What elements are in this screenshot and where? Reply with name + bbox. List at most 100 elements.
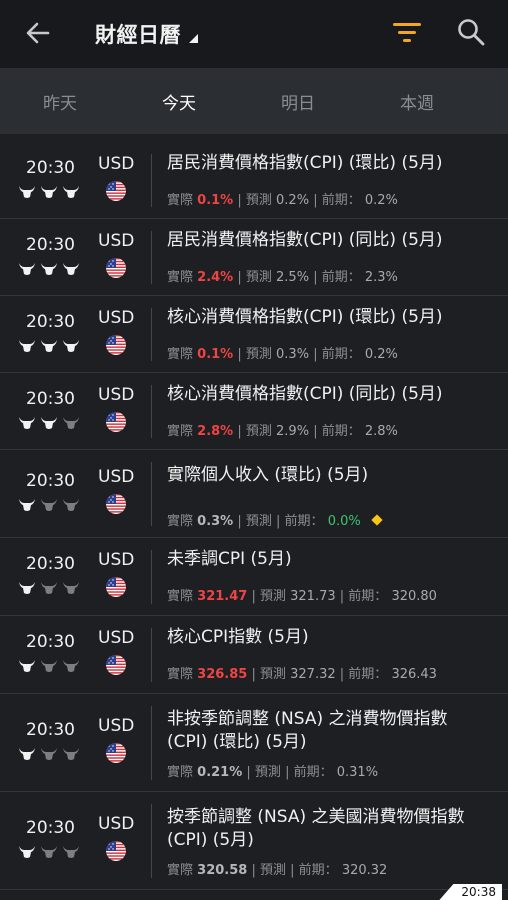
bull-icon (19, 339, 35, 352)
bull-icon (19, 660, 35, 672)
bull-icon (41, 416, 57, 429)
bull-icon (19, 499, 35, 511)
event-title: 實際個人收入 (環比) (5月) (167, 465, 369, 485)
arrow-left-icon[interactable] (24, 19, 52, 47)
importance-rating (18, 416, 80, 430)
event-time: 20:30 (26, 311, 75, 332)
actual-value: 2.4% (197, 270, 234, 285)
event-stats: 實際 2.8% | 預測 2.9% | 前期： 2.8% (167, 424, 398, 439)
event-row[interactable]: 20:30 USD 按季節調整 (NSA) 之美國消費物價指數 (CPI) (5月… (0, 792, 508, 890)
actual-label: 實際 (167, 863, 194, 878)
forecast-label: 預測 (245, 514, 272, 529)
us-flag-icon (106, 334, 126, 355)
row-divider (151, 628, 152, 682)
event-time: 20:30 (26, 554, 75, 574)
search-icon[interactable] (456, 17, 486, 47)
event-title: 未季調CPI (5月) (167, 549, 292, 569)
event-row[interactable]: 20:30 USD 實際個人收入 (環比) (5月) 實際 0.3% | 預測 | … (0, 450, 508, 538)
currency-code: USD (98, 628, 135, 648)
currency-code: USD (98, 550, 135, 570)
actual-value: 2.8% (197, 424, 234, 439)
previous-value: 320.32 (341, 863, 388, 878)
bull-icon (41, 185, 57, 198)
bull-icon (41, 262, 57, 275)
us-flag-icon (106, 655, 126, 675)
diamond-icon (371, 514, 383, 526)
event-row[interactable]: 20:30 USD 非按季節調整 (NSA) 之消費物價指數 (CPI) (環比)… (0, 694, 508, 792)
event-row[interactable]: 20:30 USD 核心消費價格指數(CPI) (同比) (5月) 實際 2.8% … (0, 373, 508, 450)
bull-icon (63, 262, 79, 275)
currency-code: USD (98, 384, 135, 405)
previous-label: 前期： (284, 514, 324, 529)
event-stats: 實際 0.1% | 預測 0.2% | 前期： 0.2% (167, 193, 398, 208)
bull-icon (63, 185, 79, 198)
forecast-label: 預測 (245, 270, 272, 285)
actual-label: 實際 (167, 667, 194, 682)
day-tabs: 昨天 今天 明日 本週 (0, 68, 508, 134)
us-flag-icon (106, 743, 126, 763)
actual-label: 實際 (167, 347, 194, 362)
bull-icon (41, 748, 57, 760)
previous-label: 前期： (321, 270, 361, 285)
us-flag-icon (106, 841, 126, 861)
previous-value: 0.31% (336, 765, 379, 780)
forecast-label: 預測 (245, 424, 272, 439)
event-row[interactable]: 20:30 USD 未季調CPI (5月) 實際 321.47 | 預測 321.7… (0, 538, 508, 616)
previous-value: 320.80 (391, 589, 437, 604)
bull-icon (63, 582, 79, 594)
event-row[interactable]: 20:30 USD 居民消費價格指數(CPI) (同比) (5月) 實際 2.4% … (0, 219, 508, 296)
previous-value: 326.43 (391, 667, 437, 682)
row-divider (151, 385, 152, 438)
previous-label: 前期： (321, 347, 361, 362)
actual-value: 0.1% (197, 347, 234, 362)
importance-rating (18, 845, 80, 859)
currency-code: USD (98, 814, 135, 834)
event-row[interactable]: 20:30 USD 核心消費價格指數(CPI) (環比) (5月) 實際 0.1% … (0, 296, 508, 373)
bull-icon (19, 416, 35, 429)
currency-code: USD (98, 153, 135, 174)
actual-value: 326.85 (197, 667, 248, 682)
bull-icon (41, 339, 57, 352)
previous-label: 前期： (298, 863, 338, 878)
event-stats: 實際 0.21% | 預測 | 前期： 0.31% (167, 765, 379, 780)
forecast-value: 0.2% (276, 193, 310, 208)
actual-label: 實際 (167, 765, 194, 780)
previous-value: 0.2% (364, 347, 398, 362)
forecast-value: 327.32 (290, 667, 336, 682)
event-row[interactable]: 20:30 USD 核心CPI指數 (5月) 實際 326.85 | 預測 327.… (0, 616, 508, 694)
actual-value: 320.58 (197, 863, 248, 878)
us-flag-icon (106, 577, 126, 597)
app-header: 財經日曆 (0, 0, 508, 68)
currency-code: USD (98, 230, 135, 251)
row-divider (151, 308, 152, 361)
caret-icon (189, 34, 198, 43)
previous-label: 前期： (321, 193, 361, 208)
event-time: 20:30 (26, 818, 75, 838)
tab-this-week[interactable]: 本週 (357, 68, 477, 134)
row-divider (151, 462, 152, 526)
previous-label: 前期： (348, 667, 388, 682)
bull-icon (41, 846, 57, 858)
actual-label: 實際 (167, 270, 194, 285)
tab-today[interactable]: 今天 (119, 68, 239, 134)
event-title: 居民消費價格指數(CPI) (環比) (5月) (167, 153, 443, 173)
previous-label: 前期： (348, 589, 388, 604)
bull-icon (41, 582, 57, 594)
importance-rating (18, 659, 80, 673)
bull-icon (63, 660, 79, 672)
filter-icon[interactable] (392, 20, 422, 46)
previous-value: 2.8% (364, 424, 398, 439)
bull-icon (63, 416, 79, 429)
event-row[interactable]: 20:30 USD 居民消費價格指數(CPI) (環比) (5月) 實際 0.1% … (0, 142, 508, 219)
importance-rating (18, 747, 80, 761)
event-title: 居民消費價格指數(CPI) (同比) (5月) (167, 230, 443, 250)
page-title-dropdown[interactable]: 財經日曆 (95, 18, 199, 50)
previous-value: 0.2% (364, 193, 398, 208)
tab-tomorrow[interactable]: 明日 (238, 68, 358, 134)
event-time: 20:30 (26, 388, 75, 409)
event-title: 核心消費價格指數(CPI) (環比) (5月) (167, 307, 443, 327)
tab-yesterday[interactable]: 昨天 (0, 68, 120, 134)
currency-code: USD (98, 307, 135, 328)
forecast-value: 2.5% (276, 270, 310, 285)
bull-icon (19, 748, 35, 760)
